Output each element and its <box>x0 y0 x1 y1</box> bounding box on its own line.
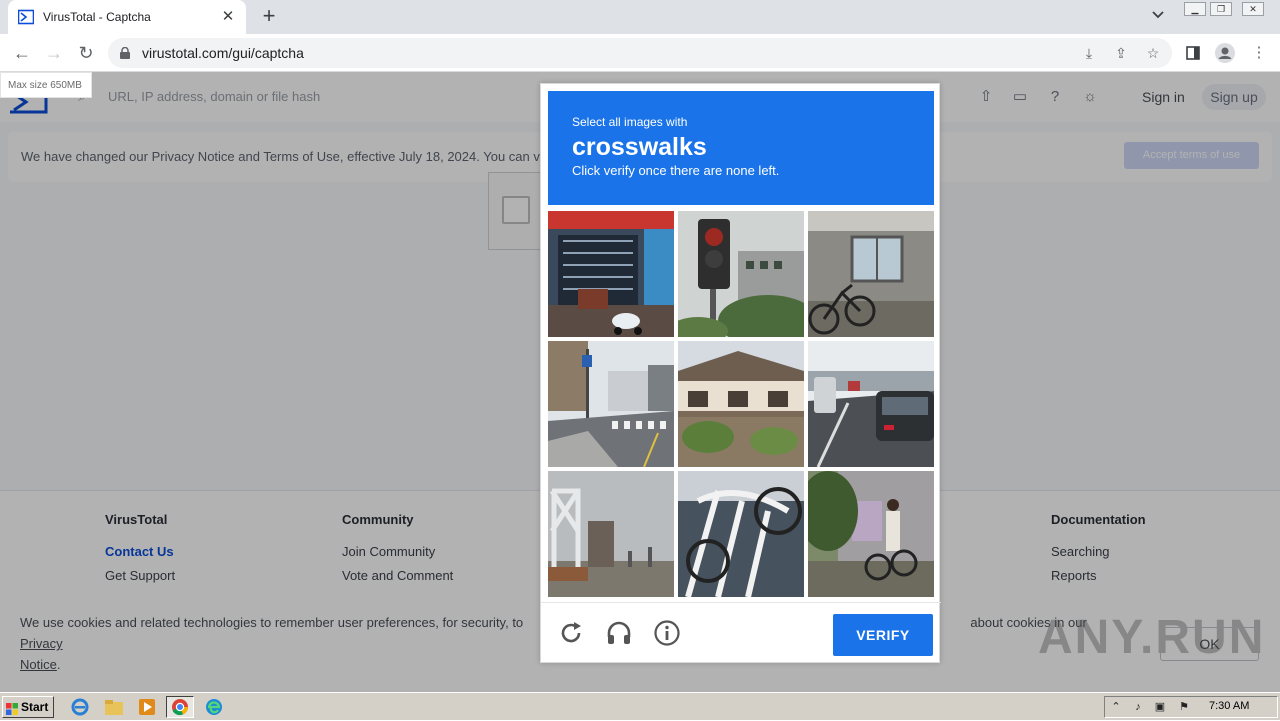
browser-tab-bar: VirusTotal - Captcha ✕ + ▁ ❐ ✕ <box>0 0 1280 34</box>
file-explorer-icon[interactable] <box>100 696 128 718</box>
start-label: Start <box>21 700 49 714</box>
tab-search-chevron-icon[interactable] <box>1152 8 1164 22</box>
volume-icon[interactable]: ♪ <box>1131 700 1145 714</box>
info-icon[interactable] <box>653 619 681 647</box>
side-panel-icon[interactable] <box>1182 42 1204 64</box>
windows-flag-icon <box>6 701 18 715</box>
refresh-icon[interactable] <box>557 619 585 647</box>
minimize-window-button[interactable]: ▁ <box>1184 2 1206 16</box>
reload-icon[interactable]: ↻ <box>74 41 98 65</box>
browser-tab[interactable]: VirusTotal - Captcha ✕ <box>8 0 246 34</box>
browser-toolbar: ← → ↻ virustotal.com/gui/captcha ⤓ ⇪ ☆ ⋮ <box>0 34 1280 72</box>
restore-window-button[interactable]: ❐ <box>1210 2 1232 16</box>
captcha-tile-bridge[interactable] <box>548 471 674 597</box>
address-bar[interactable]: virustotal.com/gui/captcha ⤓ ⇪ ☆ <box>108 38 1172 68</box>
captcha-tile-street-crosswalk[interactable] <box>548 341 674 467</box>
max-size-label: Max size 650MB <box>0 72 92 98</box>
captcha-tile-cars-road[interactable] <box>808 341 934 467</box>
back-arrow-icon[interactable]: ← <box>10 41 34 65</box>
captcha-tile-houses[interactable] <box>678 341 804 467</box>
captcha-tile-railing[interactable] <box>678 471 804 597</box>
bookmark-star-icon[interactable]: ☆ <box>1144 44 1162 62</box>
virustotal-favicon-icon <box>18 9 34 25</box>
tab-title: VirusTotal - Captcha <box>43 10 151 24</box>
edge-icon[interactable] <box>200 696 228 718</box>
captcha-tile-person-bicycle[interactable] <box>808 471 934 597</box>
captcha-instruction: Select all images with <box>572 115 688 129</box>
profile-avatar-icon[interactable] <box>1214 42 1236 64</box>
windows-taskbar: Start ⌃ ♪ ▣ ⚑ 7:30 AM <box>0 692 1280 720</box>
captcha-sub-instruction: Click verify once there are none left. <box>572 163 780 178</box>
captcha-tile-bicycle-garage[interactable] <box>808 211 934 337</box>
system-tray: ⌃ ♪ ▣ ⚑ 7:30 AM <box>1104 696 1278 718</box>
share-icon[interactable]: ⇪ <box>1112 44 1130 62</box>
tab-close-icon[interactable]: ✕ <box>220 9 236 25</box>
install-app-icon[interactable]: ⤓ <box>1080 44 1098 62</box>
network-icon[interactable]: ▣ <box>1153 700 1167 714</box>
captcha-target-word: crosswalks <box>572 133 707 161</box>
verify-button[interactable]: VERIFY <box>833 614 933 656</box>
captcha-tile-storefront[interactable] <box>548 211 674 337</box>
captcha-prompt: Select all images with crosswalks Click … <box>548 91 934 205</box>
chrome-taskbar-icon[interactable] <box>166 696 194 718</box>
tray-expand-icon[interactable]: ⌃ <box>1109 700 1123 714</box>
url-text: virustotal.com/gui/captcha <box>142 45 304 61</box>
captcha-footer: VERIFY <box>541 602 941 664</box>
taskbar-clock: 7:30 AM <box>1209 700 1250 712</box>
new-tab-button[interactable]: + <box>258 5 280 28</box>
internet-explorer-icon[interactable] <box>66 696 94 718</box>
captcha-image-grid <box>548 211 934 597</box>
start-button[interactable]: Start <box>2 696 54 718</box>
browser-menu-icon[interactable]: ⋮ <box>1248 42 1270 64</box>
forward-arrow-icon[interactable]: → <box>42 41 66 65</box>
close-window-button[interactable]: ✕ <box>1242 2 1264 16</box>
audio-headphones-icon[interactable] <box>605 619 633 647</box>
captcha-tile-traffic-light[interactable] <box>678 211 804 337</box>
action-center-flag-icon[interactable]: ⚑ <box>1177 700 1191 714</box>
captcha-challenge: Select all images with crosswalks Click … <box>540 83 941 664</box>
lock-icon <box>120 46 130 59</box>
media-player-icon[interactable] <box>133 696 161 718</box>
